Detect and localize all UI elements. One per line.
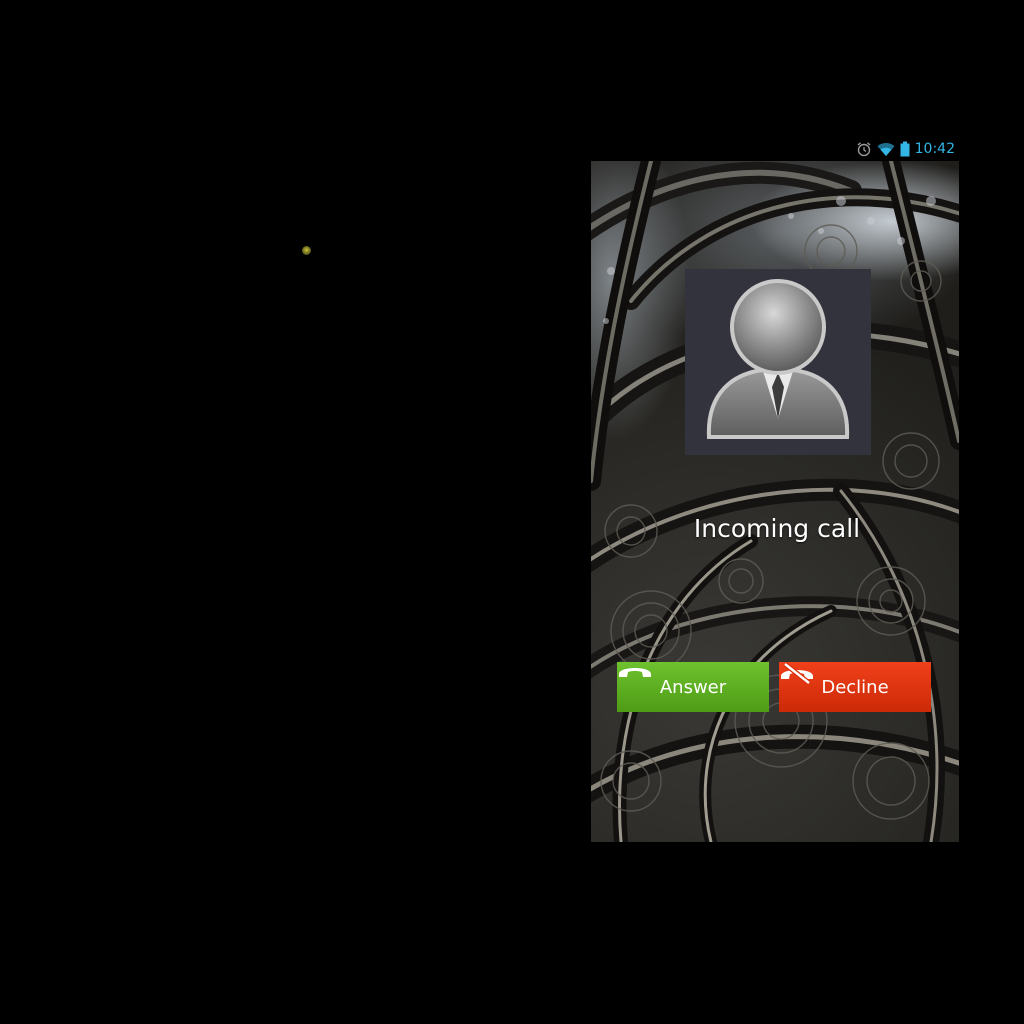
answer-label: Answer xyxy=(659,676,727,698)
answer-button[interactable]: Answer xyxy=(617,662,769,712)
indicator-dot xyxy=(302,246,311,255)
wallpaper: Incoming call Answer Decline xyxy=(591,161,959,842)
decline-button[interactable]: Decline xyxy=(779,662,931,712)
emulator-screen: 10:42 Incoming call Answer Decline xyxy=(0,0,1024,1024)
phone-hangup-icon xyxy=(781,662,813,684)
phone-handset-icon xyxy=(619,668,651,677)
alarm-icon xyxy=(857,142,871,157)
battery-icon xyxy=(900,141,910,157)
wifi-icon xyxy=(877,143,895,156)
caller-avatar xyxy=(685,269,871,455)
incoming-call-label: Incoming call xyxy=(693,514,861,543)
fractal-wallpaper-art xyxy=(591,161,959,842)
decline-label: Decline xyxy=(821,676,889,698)
status-bar: 10:42 xyxy=(591,137,961,161)
phone-display: 10:42 Incoming call Answer Decline xyxy=(591,137,961,842)
person-silhouette-icon xyxy=(706,279,850,439)
status-time: 10:42 xyxy=(914,141,955,157)
